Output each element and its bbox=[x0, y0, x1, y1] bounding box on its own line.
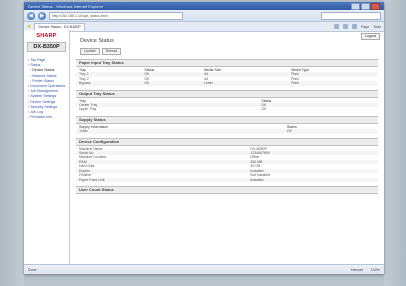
table-cell: Toner bbox=[76, 129, 284, 134]
address-text: http://192.168.1.10/sys_status.html bbox=[52, 13, 108, 18]
table-cell: Installed bbox=[247, 177, 378, 182]
browser-window: Device Status - Windows Internet Explore… bbox=[24, 2, 384, 274]
tab-label: Device Status - DX-B350P bbox=[38, 25, 81, 29]
table-row: Upper Tray OK bbox=[76, 107, 378, 111]
paper-tray-heading: Paper Input Tray Status bbox=[76, 59, 378, 67]
sidebar: SHARP DX-B350P Top PageStatusDevice Stat… bbox=[24, 30, 70, 265]
supply-table: Supply Information Status Toner OK bbox=[76, 125, 378, 134]
window-title: Device Status - Windows Internet Explore… bbox=[28, 3, 104, 9]
back-icon[interactable]: ◀ bbox=[27, 11, 35, 20]
minimize-button[interactable] bbox=[351, 2, 360, 10]
page-menu[interactable]: Page bbox=[361, 25, 369, 29]
table-cell: Letter bbox=[200, 81, 289, 86]
table-cell: Plain bbox=[288, 81, 378, 86]
close-button[interactable] bbox=[371, 2, 380, 10]
table-cell: OK bbox=[261, 107, 267, 112]
supply-heading: Supply Status bbox=[76, 115, 378, 124]
tools-menu[interactable]: Tools bbox=[373, 25, 381, 29]
table-cell: Upper Tray bbox=[79, 107, 97, 112]
table-cell: Paper Feed Unit bbox=[76, 177, 248, 182]
sidebar-menu: Top PageStatusDevice StatusNetwork Statu… bbox=[26, 58, 67, 120]
print-icon[interactable] bbox=[352, 24, 358, 29]
title-bar: Device Status - Windows Internet Explore… bbox=[24, 2, 384, 10]
zoom-level[interactable]: 100% bbox=[371, 268, 380, 272]
page-title: Device Status bbox=[80, 38, 114, 44]
background-right bbox=[384, 0, 406, 286]
address-row: ◀ ▶ http://192.168.1.10/sys_status.html bbox=[24, 10, 384, 22]
table-row: Bypass OK Letter Plain bbox=[76, 81, 378, 86]
paper-tray-table: Tray Status Media Size Media Type Tray 1 OK A4… bbox=[76, 68, 378, 86]
address-bar[interactable]: http://192.168.1.10/sys_status.html bbox=[49, 11, 183, 20]
table-cell: OK bbox=[283, 129, 378, 134]
device-config-heading: Device Configuration bbox=[76, 137, 378, 146]
forward-icon[interactable]: ▶ bbox=[38, 11, 46, 20]
table-row: Toner OK bbox=[76, 129, 378, 134]
output-tray-heading: Output Tray Status bbox=[76, 89, 378, 98]
feed-icon[interactable] bbox=[343, 24, 349, 29]
status-text: Done bbox=[28, 267, 37, 272]
output-tray-table: Tray Status Center Tray OK Upper Tray OK bbox=[76, 99, 378, 112]
zone-indicator: Internet bbox=[350, 267, 363, 272]
device-config-table: Machine Name DX-B350P Serial No. 1234567890… bbox=[76, 147, 378, 182]
main-panel: Logout Device Status Update Reload Paper… bbox=[70, 30, 384, 265]
table-row: Paper Feed Unit Installed bbox=[76, 177, 378, 182]
brand-logo: SHARP bbox=[36, 33, 57, 39]
status-bar: Done Internet 100% bbox=[24, 264, 384, 274]
search-input[interactable] bbox=[321, 11, 381, 20]
user-count-heading: User Count Status bbox=[76, 185, 378, 194]
favorites-star-icon[interactable]: ★ bbox=[27, 24, 31, 30]
update-button[interactable]: Update bbox=[80, 48, 100, 55]
sidebar-item[interactable]: Firmware Info bbox=[26, 115, 67, 120]
reload-button[interactable]: Reload bbox=[101, 48, 121, 55]
page-content: SHARP DX-B350P Top PageStatusDevice Stat… bbox=[24, 30, 384, 265]
maximize-button[interactable] bbox=[361, 2, 370, 10]
home-icon[interactable] bbox=[334, 24, 340, 29]
table-cell: Bypass bbox=[76, 81, 142, 86]
model-name: DX-B350P bbox=[27, 42, 66, 52]
background-left bbox=[0, 0, 24, 286]
logout-button[interactable]: Logout bbox=[361, 33, 380, 40]
table-cell: OK bbox=[141, 81, 201, 86]
